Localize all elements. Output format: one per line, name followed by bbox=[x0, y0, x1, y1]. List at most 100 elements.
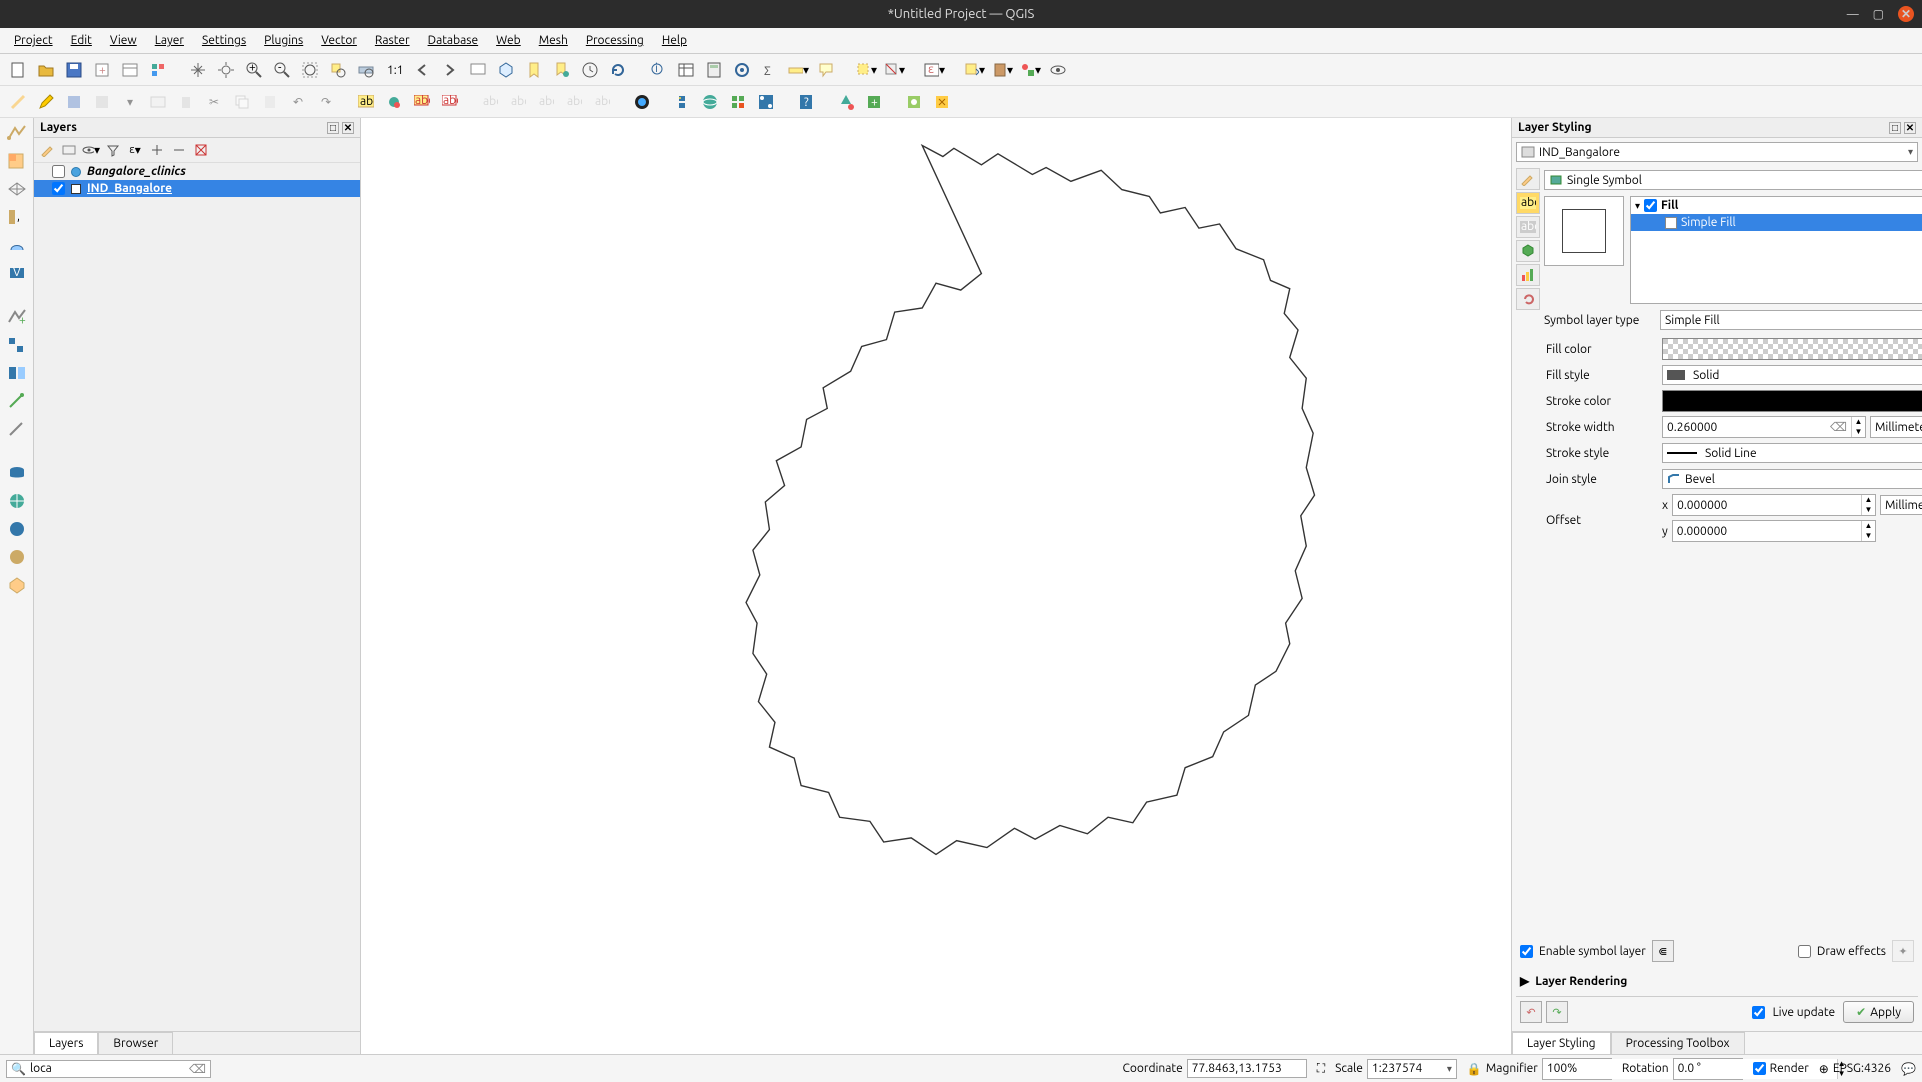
layer-row-ind-bangalore[interactable]: IND_Bangalore bbox=[34, 180, 360, 197]
add-ogr-button[interactable] bbox=[5, 574, 29, 596]
style-manager-button[interactable] bbox=[146, 58, 170, 82]
open-attribute-table-button[interactable] bbox=[674, 58, 698, 82]
menu-database[interactable]: Database bbox=[420, 31, 487, 50]
undo-button[interactable]: ↶ bbox=[286, 90, 310, 114]
layers-visibility-button[interactable]: ▾ bbox=[82, 141, 100, 159]
label-rotate-button[interactable]: abc bbox=[562, 90, 586, 114]
layout-manager-button[interactable] bbox=[118, 58, 142, 82]
show-bookmarks-button[interactable] bbox=[550, 58, 574, 82]
zoom-full-button[interactable] bbox=[298, 58, 322, 82]
tab-layers[interactable]: Layers bbox=[34, 1032, 98, 1054]
python-console-button[interactable] bbox=[670, 90, 694, 114]
menu-view[interactable]: View bbox=[102, 31, 145, 50]
fill-color-button[interactable] bbox=[1662, 338, 1922, 360]
label-toolbar-3[interactable]: abc bbox=[410, 90, 434, 114]
menu-layer[interactable]: Layer bbox=[147, 31, 192, 50]
layers-list[interactable]: Bangalore_clinics IND_Bangalore bbox=[34, 163, 360, 1031]
qms-button-1[interactable] bbox=[834, 90, 858, 114]
tree-fill-checkbox[interactable] bbox=[1644, 199, 1657, 212]
zoom-last-button[interactable] bbox=[410, 58, 434, 82]
tab-labels[interactable]: abc bbox=[1516, 192, 1540, 214]
zoom-native-button[interactable]: 1:1 bbox=[382, 58, 406, 82]
current-edits-button[interactable] bbox=[6, 90, 30, 114]
add-delimited-button[interactable]: , bbox=[5, 206, 29, 228]
vertex-tool-button[interactable]: ▾ bbox=[118, 90, 142, 114]
temporal-controller-button[interactable] bbox=[578, 58, 602, 82]
tab-layer-styling[interactable]: Layer Styling bbox=[1512, 1032, 1611, 1054]
menu-settings[interactable]: Settings bbox=[194, 31, 254, 50]
new-spatialite-button[interactable] bbox=[5, 334, 29, 356]
new-project-button[interactable] bbox=[6, 58, 30, 82]
open-project-button[interactable] bbox=[34, 58, 58, 82]
add-wcs-button[interactable] bbox=[5, 518, 29, 540]
statistics-button[interactable]: Σ bbox=[758, 58, 782, 82]
minimize-button[interactable]: — bbox=[1847, 8, 1859, 21]
offset-unit[interactable]: Millimeters bbox=[1880, 495, 1922, 515]
label-pin-button[interactable]: abc bbox=[478, 90, 502, 114]
menu-processing[interactable]: Processing bbox=[578, 31, 652, 50]
delete-selected-button[interactable] bbox=[174, 90, 198, 114]
zoom-in-button[interactable]: + bbox=[242, 58, 266, 82]
new-virtual-button[interactable] bbox=[5, 418, 29, 440]
scale-selector[interactable]: 1:237574 bbox=[1367, 1059, 1457, 1079]
decorations-button[interactable]: ▾ bbox=[1018, 58, 1042, 82]
identify-button[interactable]: i bbox=[646, 58, 670, 82]
menu-vector[interactable]: Vector bbox=[313, 31, 365, 50]
menu-help[interactable]: Help bbox=[654, 31, 695, 50]
tab-processing-toolbox[interactable]: Processing Toolbox bbox=[1611, 1032, 1745, 1054]
copy-style-button[interactable]: ▾ bbox=[962, 58, 986, 82]
label-toolbar-2[interactable] bbox=[382, 90, 406, 114]
tree-row-simple-fill[interactable]: Simple Fill bbox=[1631, 214, 1922, 231]
redo-style-button[interactable]: ↷ bbox=[1546, 1001, 1568, 1023]
layers-filter-button[interactable] bbox=[104, 141, 122, 159]
add-postgis-button[interactable] bbox=[5, 462, 29, 484]
enable-symbol-dd[interactable]: ⋐ bbox=[1652, 940, 1674, 962]
layer-rendering-section[interactable]: ▶ Layer Rendering bbox=[1516, 970, 1918, 992]
crs-icon[interactable]: ⊕ bbox=[1819, 1062, 1829, 1076]
layer-checkbox[interactable] bbox=[52, 182, 65, 195]
select-features-button[interactable]: ▾ bbox=[854, 58, 878, 82]
zoom-selection-button[interactable] bbox=[326, 58, 350, 82]
menu-edit[interactable]: Edit bbox=[63, 31, 100, 50]
label-toolbar-4[interactable]: abc bbox=[438, 90, 462, 114]
layers-panel-undock[interactable]: □ bbox=[327, 122, 339, 134]
pan-to-selection-button[interactable] bbox=[214, 58, 238, 82]
help-button[interactable]: ? bbox=[794, 90, 818, 114]
apply-button[interactable]: ✔Apply bbox=[1843, 1001, 1914, 1023]
tab-browser[interactable]: Browser bbox=[98, 1032, 173, 1054]
label-move-button[interactable]: abc bbox=[534, 90, 558, 114]
toggle-editing-button[interactable] bbox=[34, 90, 58, 114]
rotation-input[interactable]: ▲▼ bbox=[1673, 1058, 1743, 1080]
tab-history[interactable] bbox=[1516, 288, 1540, 310]
plugin-manager-button[interactable] bbox=[726, 90, 750, 114]
layers-panel-close[interactable]: ✕ bbox=[342, 122, 354, 134]
undo-style-button[interactable]: ↶ bbox=[1520, 1001, 1542, 1023]
close-button[interactable]: ✕ bbox=[1898, 6, 1914, 22]
field-calculator-button[interactable] bbox=[702, 58, 726, 82]
magnifier-input[interactable]: ▲▼ bbox=[1542, 1058, 1612, 1080]
menu-raster[interactable]: Raster bbox=[367, 31, 418, 50]
copy-features-button[interactable] bbox=[230, 90, 254, 114]
tree-row-fill[interactable]: ▾ Fill bbox=[1631, 197, 1922, 214]
layers-expand-button[interactable] bbox=[148, 141, 166, 159]
maptips-button[interactable] bbox=[814, 58, 838, 82]
layers-expression-button[interactable]: ε▾ bbox=[126, 141, 144, 159]
draw-effects-button[interactable]: ✦ bbox=[1892, 940, 1914, 962]
add-wms-button[interactable] bbox=[5, 490, 29, 512]
clear-icon[interactable]: ⌫ bbox=[1826, 420, 1851, 434]
join-style-selector[interactable]: Bevel bbox=[1662, 469, 1922, 489]
offset-y-input[interactable]: ▲▼ bbox=[1672, 520, 1876, 542]
stroke-color-button[interactable] bbox=[1662, 390, 1922, 412]
zoom-layer-button[interactable] bbox=[354, 58, 378, 82]
add-feature-button[interactable] bbox=[90, 90, 114, 114]
metasearch-button[interactable] bbox=[698, 90, 722, 114]
offset-x-input[interactable]: ▲▼ bbox=[1672, 494, 1876, 516]
fill-style-selector[interactable]: Solid bbox=[1662, 365, 1922, 385]
layers-collapse-button[interactable] bbox=[170, 141, 188, 159]
live-update-checkbox[interactable] bbox=[1752, 1006, 1765, 1019]
messages-icon[interactable]: 💬 bbox=[1901, 1062, 1916, 1076]
symbol-layer-type-selector[interactable]: Simple Fill bbox=[1660, 310, 1922, 330]
layers-add-group-button[interactable] bbox=[60, 141, 78, 159]
redo-button[interactable]: ↷ bbox=[314, 90, 338, 114]
tab-diagrams[interactable] bbox=[1516, 264, 1540, 286]
